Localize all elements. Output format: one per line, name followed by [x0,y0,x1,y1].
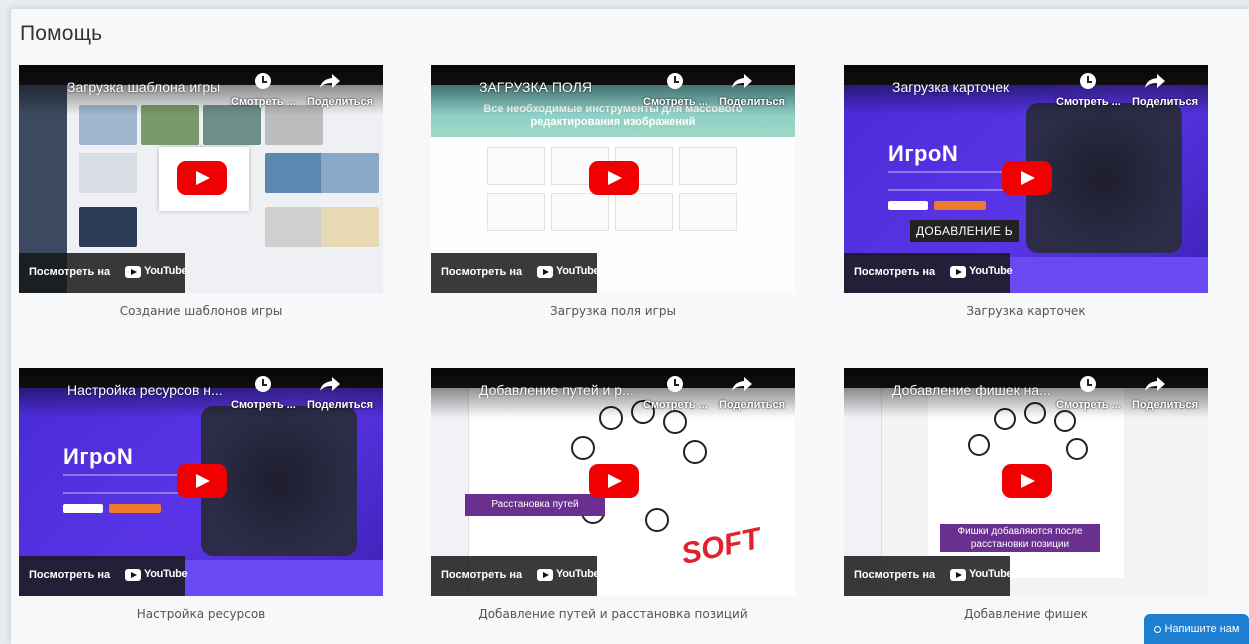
youtube-icon [537,569,553,581]
video-title[interactable]: Настройка ресурсов н... [67,382,223,398]
play-button[interactable] [589,161,639,195]
video-player-6[interactable]: Фишки добавляются после расстановки пози… [844,368,1208,596]
watch-on-label: Посмотреть на [854,569,936,581]
video-caption: Создание шаблонов игры [119,304,283,318]
watch-later-label[interactable]: Смотреть ... [1056,96,1121,108]
youtube-icon [950,266,966,278]
share-label[interactable]: Поделиться [1132,399,1198,411]
video-title[interactable]: Добавление фишек на... [892,382,1051,398]
chat-status-icon [1153,625,1161,633]
video-title[interactable]: Загрузка карточек [892,79,1009,95]
share-icon[interactable] [319,376,341,392]
play-button[interactable] [1002,464,1052,498]
thumbnail-badge: ДОБАВЛЕНИЕ Ь [910,220,1019,242]
share-label[interactable]: Поделиться [1132,96,1198,108]
watch-later-label[interactable]: Смотреть ... [643,96,708,108]
watch-on-label: Посмотреть на [441,569,523,581]
watch-later-icon[interactable] [255,376,271,392]
youtube-wordmark: YouTube [144,265,188,277]
brand-logo: ИгроN [888,141,959,166]
youtube-icon [125,266,141,278]
watch-later-icon[interactable] [255,73,271,89]
watch-on-youtube-button[interactable]: Посмотреть на YouTube [844,556,1013,596]
youtube-wordmark: YouTube [144,568,188,580]
youtube-icon [950,569,966,581]
watch-on-label: Посмотреть на [29,266,111,278]
watch-on-youtube-button[interactable]: Посмотреть на YouTube [431,556,600,596]
video-card-4: ИгроN Настройка ресурсов н... Смотреть .… [19,368,383,621]
watch-on-youtube-button[interactable]: Посмотреть на YouTube [19,253,188,293]
share-label[interactable]: Поделиться [719,399,785,411]
video-card-2: Все необходимые инструменты для массовог… [431,65,795,318]
play-button[interactable] [177,161,227,195]
play-button[interactable] [177,464,227,498]
watch-later-icon[interactable] [1080,376,1096,392]
video-card-5: Расстановка путей SOFT Добавление путей … [431,368,795,621]
watch-later-icon[interactable] [667,376,683,392]
watch-later-label[interactable]: Смотреть ... [231,96,296,108]
video-player-1[interactable]: Загрузка шаблона игры Смотреть ... Подел… [19,65,383,293]
video-player-5[interactable]: Расстановка путей SOFT Добавление путей … [431,368,795,596]
video-card-3: ИгроN ДОБАВЛЕНИЕ Ь Загрузка карточек Смо… [844,65,1208,318]
watch-later-icon[interactable] [1080,73,1096,89]
youtube-icon [125,569,141,581]
share-icon[interactable] [731,73,753,89]
watch-later-label[interactable]: Смотреть ... [231,399,296,411]
play-button[interactable] [1002,161,1052,195]
play-button[interactable] [589,464,639,498]
thumbnail-ribbon: Фишки добавляются после расстановки пози… [940,524,1100,552]
watch-on-youtube-button[interactable]: Посмотреть на YouTube [19,556,188,596]
watch-later-label[interactable]: Смотреть ... [643,399,708,411]
video-player-2[interactable]: Все необходимые инструменты для массовог… [431,65,795,293]
youtube-icon [537,266,553,278]
share-label[interactable]: Поделиться [719,96,785,108]
video-player-4[interactable]: ИгроN Настройка ресурсов н... Смотреть .… [19,368,383,596]
share-icon[interactable] [319,73,341,89]
watch-on-youtube-button[interactable]: Посмотреть на YouTube [844,253,1013,293]
share-label[interactable]: Поделиться [307,399,373,411]
video-caption: Добавление путей и расстановка позиций [478,607,748,621]
video-card-1: Загрузка шаблона игры Смотреть ... Подел… [19,65,383,318]
video-title[interactable]: Добавление путей и р... [479,382,634,398]
watch-on-label: Посмотреть на [441,266,523,278]
share-icon[interactable] [1144,73,1166,89]
video-caption: Настройка ресурсов [136,607,266,621]
watch-later-icon[interactable] [667,73,683,89]
share-icon[interactable] [1144,376,1166,392]
video-card-6: Фишки добавляются после расстановки пози… [844,368,1208,621]
share-icon[interactable] [731,376,753,392]
chat-button[interactable]: Напишите нам [1144,614,1249,644]
youtube-wordmark: YouTube [969,568,1013,580]
thumbnail-stamp: SOFT [678,522,764,571]
video-title[interactable]: Загрузка шаблона игры [67,79,220,95]
video-player-3[interactable]: ИгроN ДОБАВЛЕНИЕ Ь Загрузка карточек Смо… [844,65,1208,293]
brand-logo: ИгроN [63,444,134,469]
watch-later-label[interactable]: Смотреть ... [1056,399,1121,411]
youtube-wordmark: YouTube [969,265,1013,277]
watch-on-label: Посмотреть на [29,569,111,581]
page-title: Помощь [20,22,103,45]
watch-on-label: Посмотреть на [854,266,936,278]
thumbnail-ribbon: Расстановка путей [465,494,605,516]
video-caption: Загрузка карточек [966,304,1086,318]
watch-on-youtube-button[interactable]: Посмотреть на YouTube [431,253,600,293]
youtube-wordmark: YouTube [556,568,600,580]
share-label[interactable]: Поделиться [307,96,373,108]
video-title[interactable]: ЗАГРУЗКА ПОЛЯ [479,79,592,95]
youtube-wordmark: YouTube [556,265,600,277]
video-caption: Загрузка поля игры [550,304,676,318]
chat-button-label: Напишите нам [1164,623,1240,635]
